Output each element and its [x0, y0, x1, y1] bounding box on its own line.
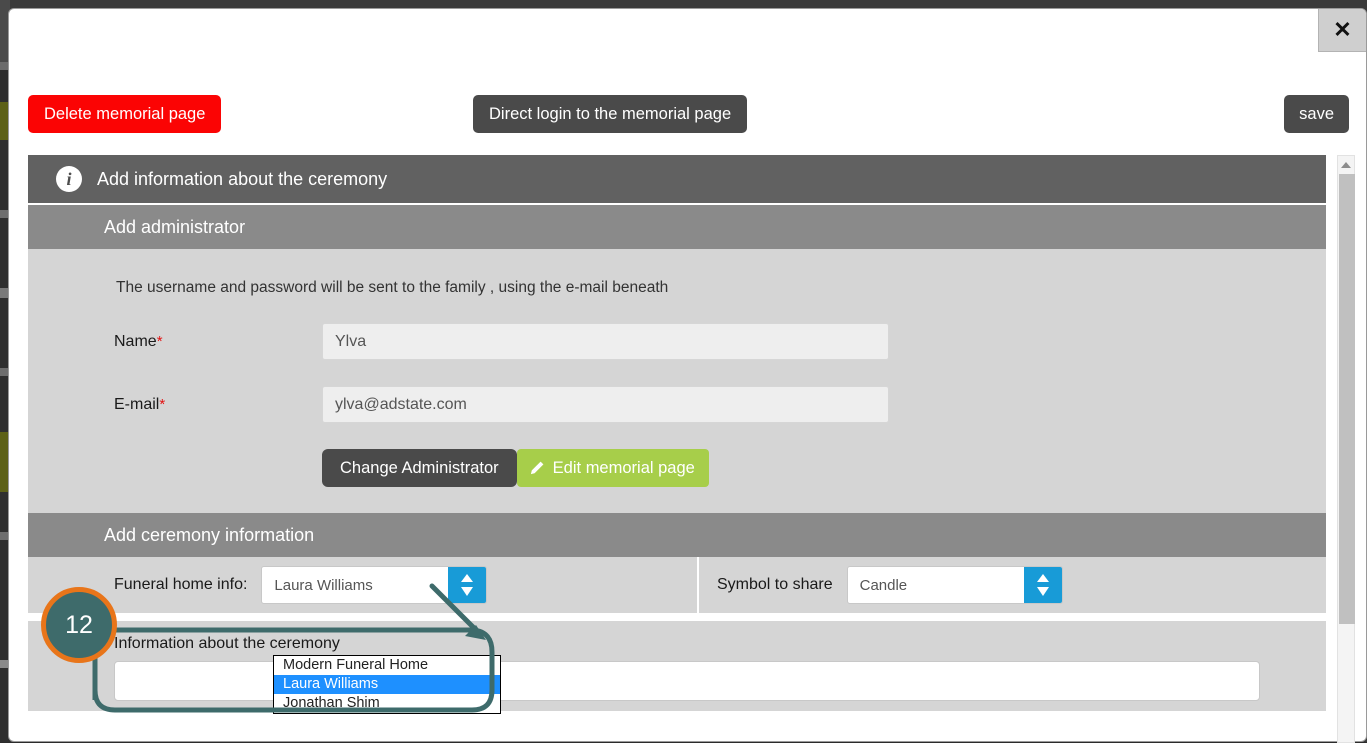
administrator-actions: Change Administrator Edit memorial page — [28, 449, 1326, 487]
memorial-page-modal: ✕ Delete memorial page Direct login to t… — [8, 8, 1367, 742]
ceremony-section-header-label: Add information about the ceremony — [97, 169, 387, 190]
administrator-panel: The username and password will be sent t… — [28, 249, 1326, 513]
funeral-home-select[interactable]: Laura Williams — [261, 566, 487, 604]
delete-memorial-page-button[interactable]: Delete memorial page — [28, 95, 221, 133]
symbol-to-share-cell: Symbol to share Candle — [699, 557, 1326, 613]
chevron-updown-icon[interactable] — [448, 567, 486, 603]
modal-toolbar: Delete memorial page Direct login to the… — [9, 87, 1366, 141]
step-number-label: 12 — [65, 611, 93, 640]
content-scrollbar[interactable] — [1337, 155, 1355, 743]
symbol-to-share-selected-value: Candle — [848, 577, 1024, 594]
close-button[interactable]: ✕ — [1318, 9, 1366, 52]
symbol-to-share-label: Symbol to share — [717, 576, 833, 594]
email-required-marker: * — [159, 396, 165, 413]
name-label-text: Name — [114, 333, 157, 350]
chevron-updown-icon[interactable] — [1024, 567, 1062, 603]
name-field-row: Name* — [28, 323, 1326, 360]
funeral-home-dropdown-options[interactable]: Modern Funeral Home Laura Williams Jonat… — [273, 655, 501, 714]
step-number-badge: 12 — [41, 587, 117, 663]
direct-login-button[interactable]: Direct login to the memorial page — [473, 95, 747, 133]
add-ceremony-information-header: Add ceremony information — [28, 513, 1326, 557]
funeral-home-selected-value: Laura Williams — [262, 577, 448, 594]
scrollbar-thumb[interactable] — [1339, 174, 1355, 624]
email-label: E-mail* — [114, 396, 322, 414]
dropdown-option[interactable]: Jonathan Shim — [274, 694, 500, 713]
ceremony-information-caption: Information about the ceremony — [114, 635, 1326, 653]
add-administrator-header: Add administrator — [28, 205, 1326, 249]
funeral-home-cell: Funeral home info: Laura Williams — [28, 557, 699, 613]
email-input[interactable] — [322, 386, 889, 423]
change-administrator-button[interactable]: Change Administrator — [322, 449, 517, 487]
add-administrator-label: Add administrator — [104, 217, 245, 238]
name-label: Name* — [114, 333, 322, 351]
name-input[interactable] — [322, 323, 889, 360]
symbol-to-share-select[interactable]: Candle — [847, 566, 1063, 604]
pencil-icon — [529, 460, 545, 476]
dropdown-option[interactable]: Modern Funeral Home — [274, 656, 500, 675]
email-label-text: E-mail — [114, 396, 159, 413]
ceremony-section-header: i Add information about the ceremony — [28, 155, 1326, 205]
name-required-marker: * — [157, 333, 163, 350]
add-ceremony-information-label: Add ceremony information — [104, 525, 314, 546]
edit-memorial-page-button[interactable]: Edit memorial page — [517, 449, 709, 487]
funeral-home-label: Funeral home info: — [114, 576, 247, 594]
ceremony-selects-row: Funeral home info: Laura Williams Symbol… — [28, 557, 1326, 613]
scroll-up-arrow-icon[interactable] — [1338, 156, 1354, 173]
close-icon: ✕ — [1333, 19, 1351, 41]
save-button[interactable]: save — [1284, 95, 1349, 133]
dropdown-option-selected[interactable]: Laura Williams — [274, 675, 500, 694]
ceremony-information-panel: Information about the ceremony — [28, 621, 1326, 711]
modal-content: i Add information about the ceremony Add… — [28, 155, 1326, 743]
edit-memorial-page-label: Edit memorial page — [553, 460, 695, 477]
info-icon: i — [56, 166, 82, 192]
administrator-note: The username and password will be sent t… — [116, 279, 1326, 297]
email-field-row: E-mail* — [28, 386, 1326, 423]
